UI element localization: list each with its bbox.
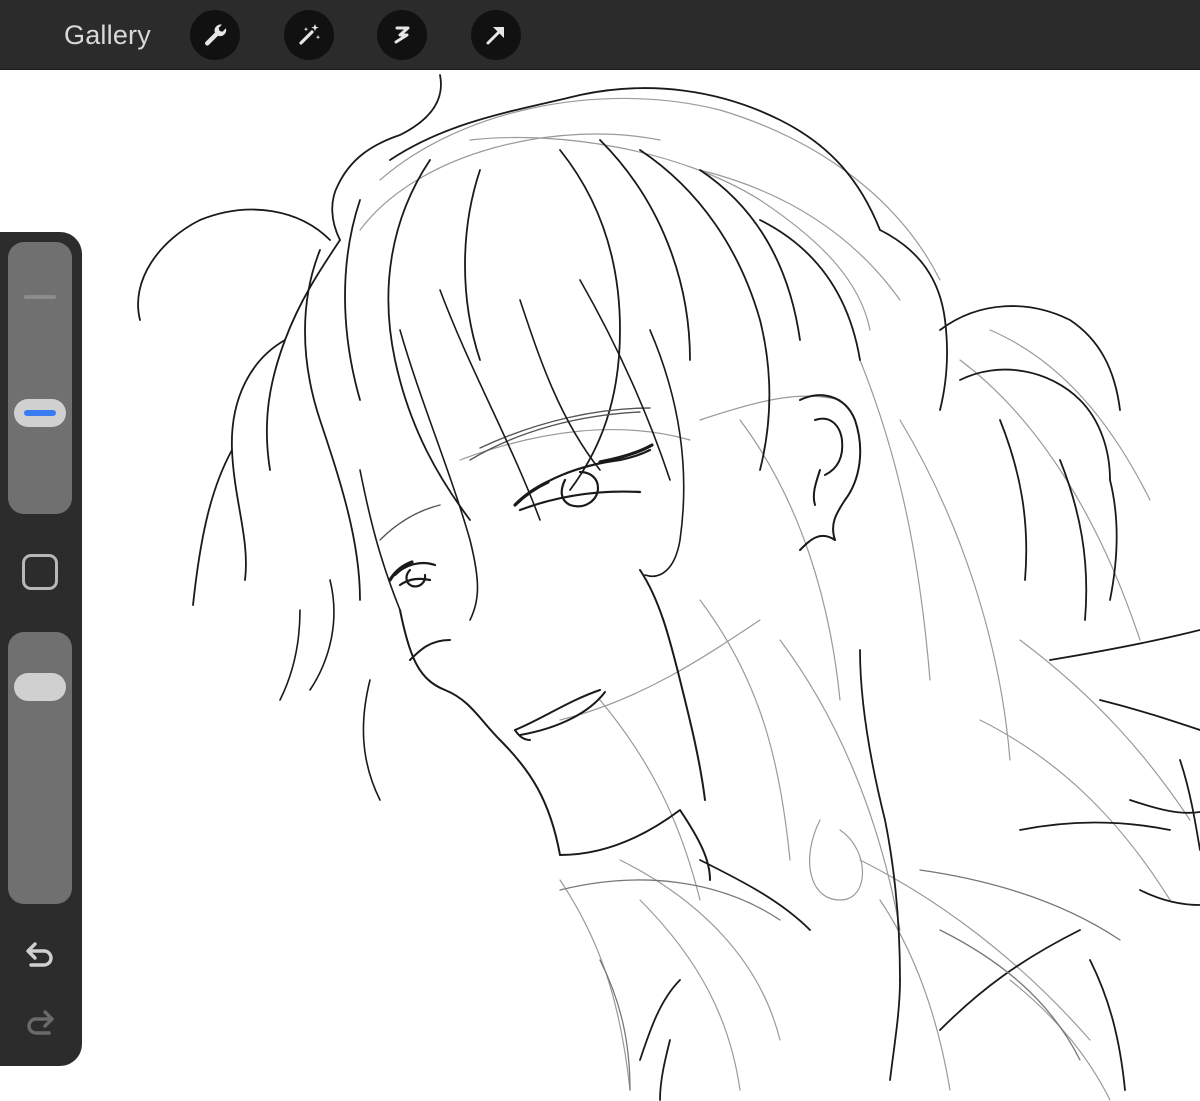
selection-s-icon bbox=[388, 21, 416, 49]
undo-button[interactable] bbox=[20, 938, 60, 978]
transform-button[interactable] bbox=[471, 10, 521, 60]
actions-button[interactable] bbox=[190, 10, 240, 60]
redo-arrow-icon bbox=[23, 1009, 57, 1044]
brush-opacity-slider[interactable] bbox=[8, 632, 72, 904]
brush-opacity-handle[interactable] bbox=[14, 672, 66, 701]
active-brush-indicator bbox=[24, 409, 56, 416]
modify-button[interactable] bbox=[22, 554, 58, 590]
undo-arrow-icon bbox=[23, 941, 57, 976]
sketch-artwork bbox=[137, 74, 1200, 1101]
adjustments-button[interactable] bbox=[284, 10, 334, 60]
brush-size-slider[interactable] bbox=[8, 242, 72, 514]
magic-wand-icon bbox=[295, 21, 323, 49]
brush-size-handle[interactable] bbox=[14, 398, 66, 427]
redo-button[interactable] bbox=[20, 1006, 60, 1046]
gallery-button[interactable]: Gallery bbox=[64, 17, 151, 53]
top-toolbar: Gallery bbox=[0, 0, 1200, 70]
brush-sidebar bbox=[0, 232, 82, 1066]
wrench-icon bbox=[201, 21, 229, 49]
procreate-app: Gallery bbox=[0, 0, 1200, 1101]
drawing-canvas[interactable] bbox=[0, 70, 1200, 1101]
size-preset-tick bbox=[24, 295, 56, 299]
selection-button[interactable] bbox=[377, 10, 427, 60]
arrow-cursor-icon bbox=[482, 21, 510, 49]
